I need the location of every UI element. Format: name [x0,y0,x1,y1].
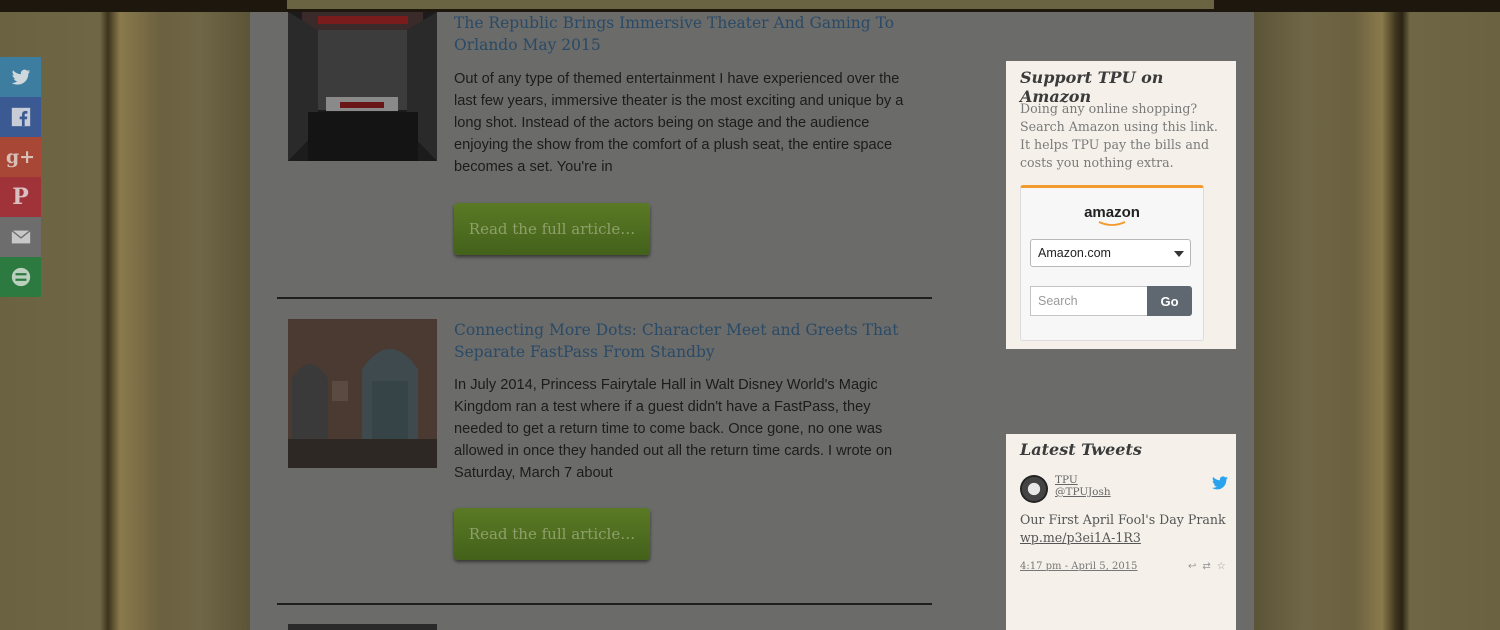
article-item: The Republic Brings Immersive Theater An… [288,12,938,272]
widget-title: Latest Tweets [1020,440,1142,459]
article-item: Connecting More Dots: Character Meet and… [288,319,938,579]
amazon-search-input[interactable]: Search [1030,286,1148,316]
tweet-author-name[interactable]: TPU [1055,474,1078,486]
twitter-share-button[interactable] [0,57,41,97]
amazon-smile-icon [1098,221,1126,226]
page-background-right [1254,0,1500,630]
top-bar [0,0,1500,12]
pinterest-share-button[interactable]: P [0,177,41,217]
tweet-timestamp[interactable]: 4:17 pm - April 5, 2015 [1020,561,1137,572]
widget-text: Doing any online shopping? Search Amazon… [1020,101,1218,170]
article-thumbnail[interactable] [288,624,437,630]
more-share-button[interactable] [0,257,41,297]
article-divider [277,603,932,605]
googleplus-share-button[interactable]: g+ [0,137,41,177]
googleplus-icon: g+ [5,146,36,168]
twitter-icon [11,69,30,85]
article-excerpt: In July 2014, Princess Fairytale Hall in… [454,377,893,481]
pinterest-icon: P [12,184,29,210]
tweet-link[interactable]: wp.me/p3ei1A-1R3 [1020,530,1141,545]
favorite-icon[interactable]: ☆ [1217,561,1226,572]
article-divider [277,297,932,299]
read-more-button[interactable]: Read the full article… [454,203,650,255]
article-title[interactable]: Connecting More Dots: Character Meet and… [454,319,904,363]
tweet-actions: ↩ ⇄ ☆ [1188,561,1226,572]
article-thumbnail[interactable] [288,12,437,161]
retweet-icon[interactable]: ⇄ [1202,561,1210,572]
amazon-logo[interactable]: amazon [1021,204,1203,221]
email-share-button[interactable] [0,217,41,257]
twitter-bird-icon[interactable] [1212,476,1228,490]
amazon-store-value: Amazon.com [1038,246,1111,260]
share-more-icon [11,267,30,287]
article-thumbnail[interactable] [288,319,437,468]
share-bar: g+ P [0,57,41,297]
article-title[interactable]: The Republic Brings Immersive Theater An… [454,12,904,56]
amazon-search-box: amazon Amazon.com Search Go [1020,185,1204,341]
reply-icon[interactable]: ↩ [1188,561,1196,572]
amazon-go-button[interactable]: Go [1147,286,1192,316]
top-bar-inner [287,0,1214,9]
tweet-author-handle[interactable]: @TPUJosh [1055,486,1111,498]
avatar[interactable] [1020,475,1048,503]
tweets-widget: Latest Tweets TPU @TPUJosh Our First Apr… [1006,434,1236,630]
article-excerpt: Out of any type of themed entertainment … [454,71,904,175]
tweet-text: Our First April Fool's Day Prank wp.me/p… [1020,511,1230,547]
read-more-button[interactable]: Read the full article… [454,508,650,560]
amazon-widget: Support TPU on Amazon Doing any online s… [1006,61,1236,349]
amazon-store-select[interactable]: Amazon.com [1030,239,1191,267]
chevron-down-icon [1174,251,1184,257]
tweet-body: Our First April Fool's Day Prank [1020,512,1226,527]
facebook-icon [11,107,30,127]
facebook-share-button[interactable] [0,97,41,137]
email-icon [10,230,31,244]
